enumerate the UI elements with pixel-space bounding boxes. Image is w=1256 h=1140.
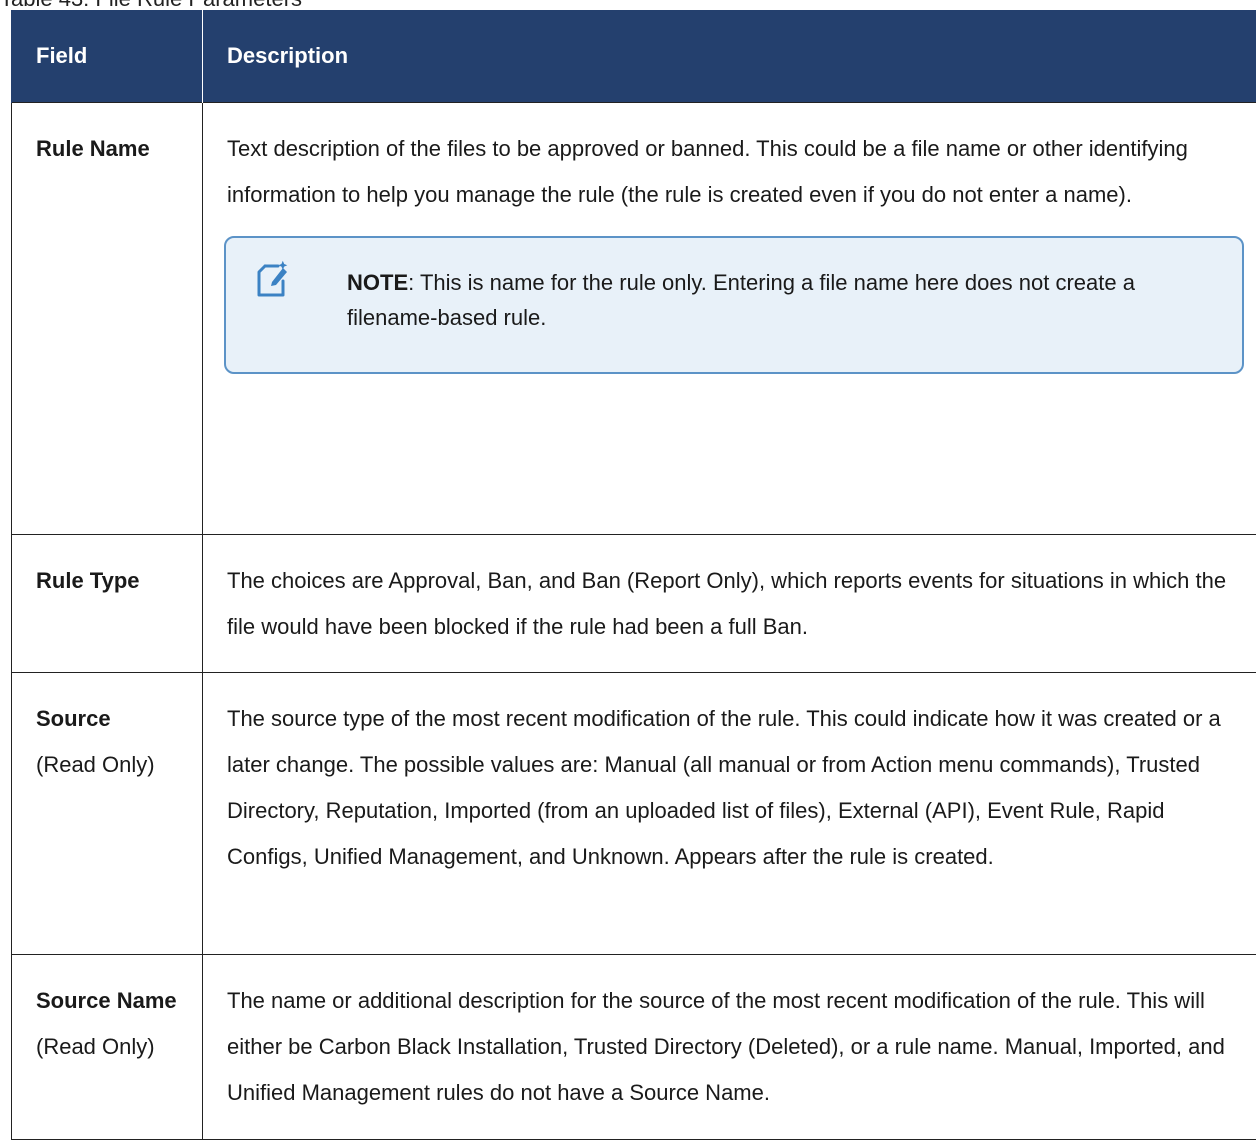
field-qualifier: (Read Only) bbox=[36, 742, 192, 788]
field-description: The choices are Approval, Ban, and Ban (… bbox=[227, 558, 1232, 650]
note-icon bbox=[256, 260, 292, 298]
description-cell: Text description of the files to be appr… bbox=[203, 102, 1256, 534]
header-field: Field bbox=[12, 10, 203, 102]
header-description: Description bbox=[203, 10, 1256, 102]
field-description: The name or additional description for t… bbox=[227, 978, 1232, 1116]
description-cell: The source type of the most recent modif… bbox=[203, 672, 1256, 954]
field-cell: Source (Read Only) bbox=[12, 672, 203, 954]
table-row: Source (Read Only) The source type of th… bbox=[12, 672, 1256, 954]
field-description: Text description of the files to be appr… bbox=[227, 126, 1232, 218]
field-description: The source type of the most recent modif… bbox=[227, 696, 1232, 880]
field-name: Source bbox=[36, 696, 192, 742]
field-cell: Source Name (Read Only) bbox=[12, 954, 203, 1139]
table-row: Rule Name Text description of the files … bbox=[12, 102, 1256, 534]
table-row: Rule Type The choices are Approval, Ban,… bbox=[12, 534, 1256, 672]
field-name: Source Name bbox=[36, 978, 192, 1024]
description-cell: The name or additional description for t… bbox=[203, 954, 1256, 1139]
note-box: NOTE: This is name for the rule only. En… bbox=[224, 236, 1244, 374]
note-text: : This is name for the rule only. Enteri… bbox=[347, 270, 1135, 330]
field-qualifier: (Read Only) bbox=[36, 1024, 192, 1070]
note-label: NOTE bbox=[347, 270, 408, 295]
field-cell: Rule Type bbox=[12, 534, 203, 672]
table-row: Source Name (Read Only) The name or addi… bbox=[12, 954, 1256, 1139]
field-name: Rule Type bbox=[36, 558, 192, 604]
description-cell: The choices are Approval, Ban, and Ban (… bbox=[203, 534, 1256, 672]
field-cell: Rule Name bbox=[12, 102, 203, 534]
file-rule-parameters-table: Field Description Rule Name Text descrip… bbox=[11, 10, 1256, 1140]
table-header-row: Field Description bbox=[12, 10, 1256, 102]
field-name: Rule Name bbox=[36, 126, 192, 172]
